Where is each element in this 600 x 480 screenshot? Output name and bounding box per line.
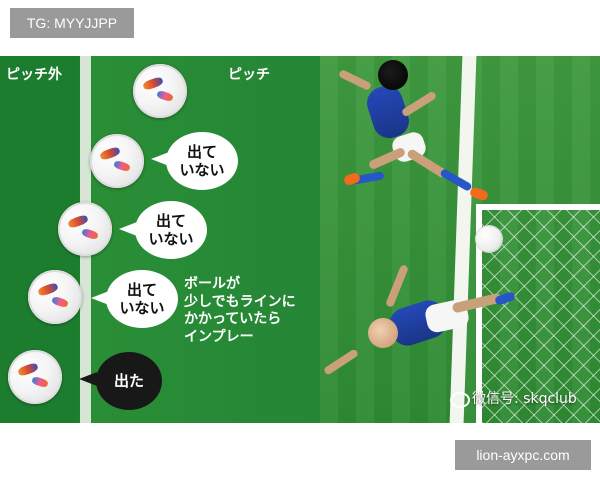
- wechat-watermark: 微信号: skqclub: [472, 391, 577, 407]
- match-ball: [476, 226, 502, 252]
- rule-note: ボールが 少しでもラインに かかっていたら インプレー: [184, 276, 296, 345]
- ball-icon: [133, 64, 187, 118]
- main-image: ピッチ外 ピッチ 出て いない 出て いない 出て いない 出た ボールが 少し…: [0, 56, 600, 423]
- speech-bubble: 出て いない: [135, 201, 207, 259]
- speech-tail: [79, 372, 97, 386]
- speech-bubble: 出て いない: [166, 132, 238, 190]
- ball-icon: [58, 202, 112, 256]
- ball-icon: [8, 350, 62, 404]
- out-bubble: 出た: [96, 352, 162, 410]
- ball-icon: [90, 134, 144, 188]
- player-top-head: [378, 60, 408, 90]
- tg-tag: TG: MYYJJPP: [10, 8, 134, 38]
- pitch-label: ピッチ: [228, 67, 270, 83]
- site-tag: lion-ayxpc.com: [455, 440, 591, 470]
- speech-bubble: 出て いない: [106, 270, 178, 328]
- player-bottom-head: [368, 318, 398, 348]
- outside-pitch-label: ピッチ外: [6, 67, 62, 83]
- wechat-icon: [450, 392, 470, 408]
- ball-icon: [28, 270, 82, 324]
